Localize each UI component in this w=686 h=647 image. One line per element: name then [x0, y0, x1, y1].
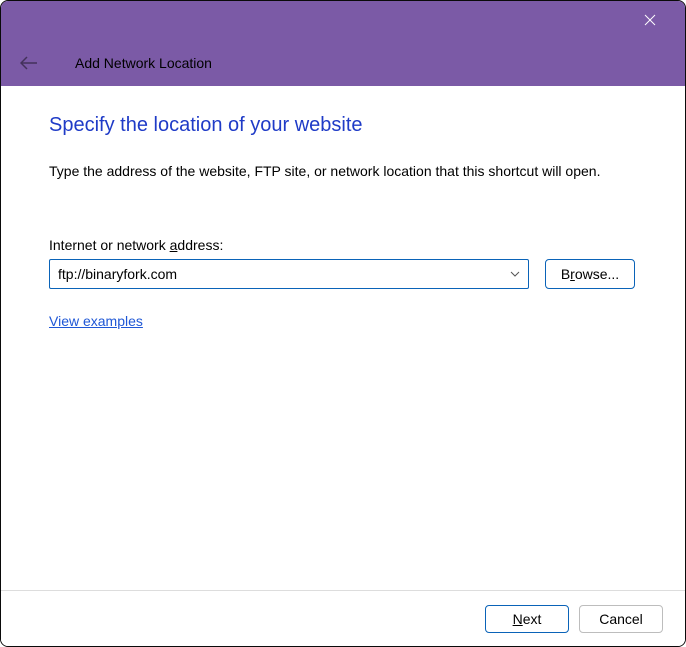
wizard-window: Add Network Location Specify the locatio… — [0, 0, 686, 647]
close-button[interactable] — [635, 5, 665, 35]
back-button — [19, 53, 39, 73]
next-button[interactable]: Next — [485, 605, 569, 633]
dropdown-toggle[interactable] — [508, 267, 522, 281]
address-row: Browse... — [49, 259, 637, 289]
footer-bar: Next Cancel — [1, 590, 685, 646]
instruction-text: Type the address of the website, FTP sit… — [49, 163, 637, 179]
content-area: Specify the location of your website Typ… — [1, 86, 685, 590]
address-label: Internet or network address: — [49, 237, 637, 253]
browse-button[interactable]: Browse... — [545, 259, 635, 289]
header-title: Add Network Location — [75, 55, 212, 71]
chevron-down-icon — [510, 271, 520, 277]
back-arrow-icon — [20, 56, 38, 70]
view-examples-link[interactable]: View examples — [49, 313, 143, 329]
titlebar — [1, 1, 685, 39]
address-input[interactable] — [58, 266, 508, 282]
address-combo[interactable] — [49, 259, 529, 289]
header-bar: Add Network Location — [1, 39, 685, 86]
close-icon — [644, 14, 656, 26]
page-title: Specify the location of your website — [49, 114, 637, 137]
cancel-button[interactable]: Cancel — [579, 605, 663, 633]
